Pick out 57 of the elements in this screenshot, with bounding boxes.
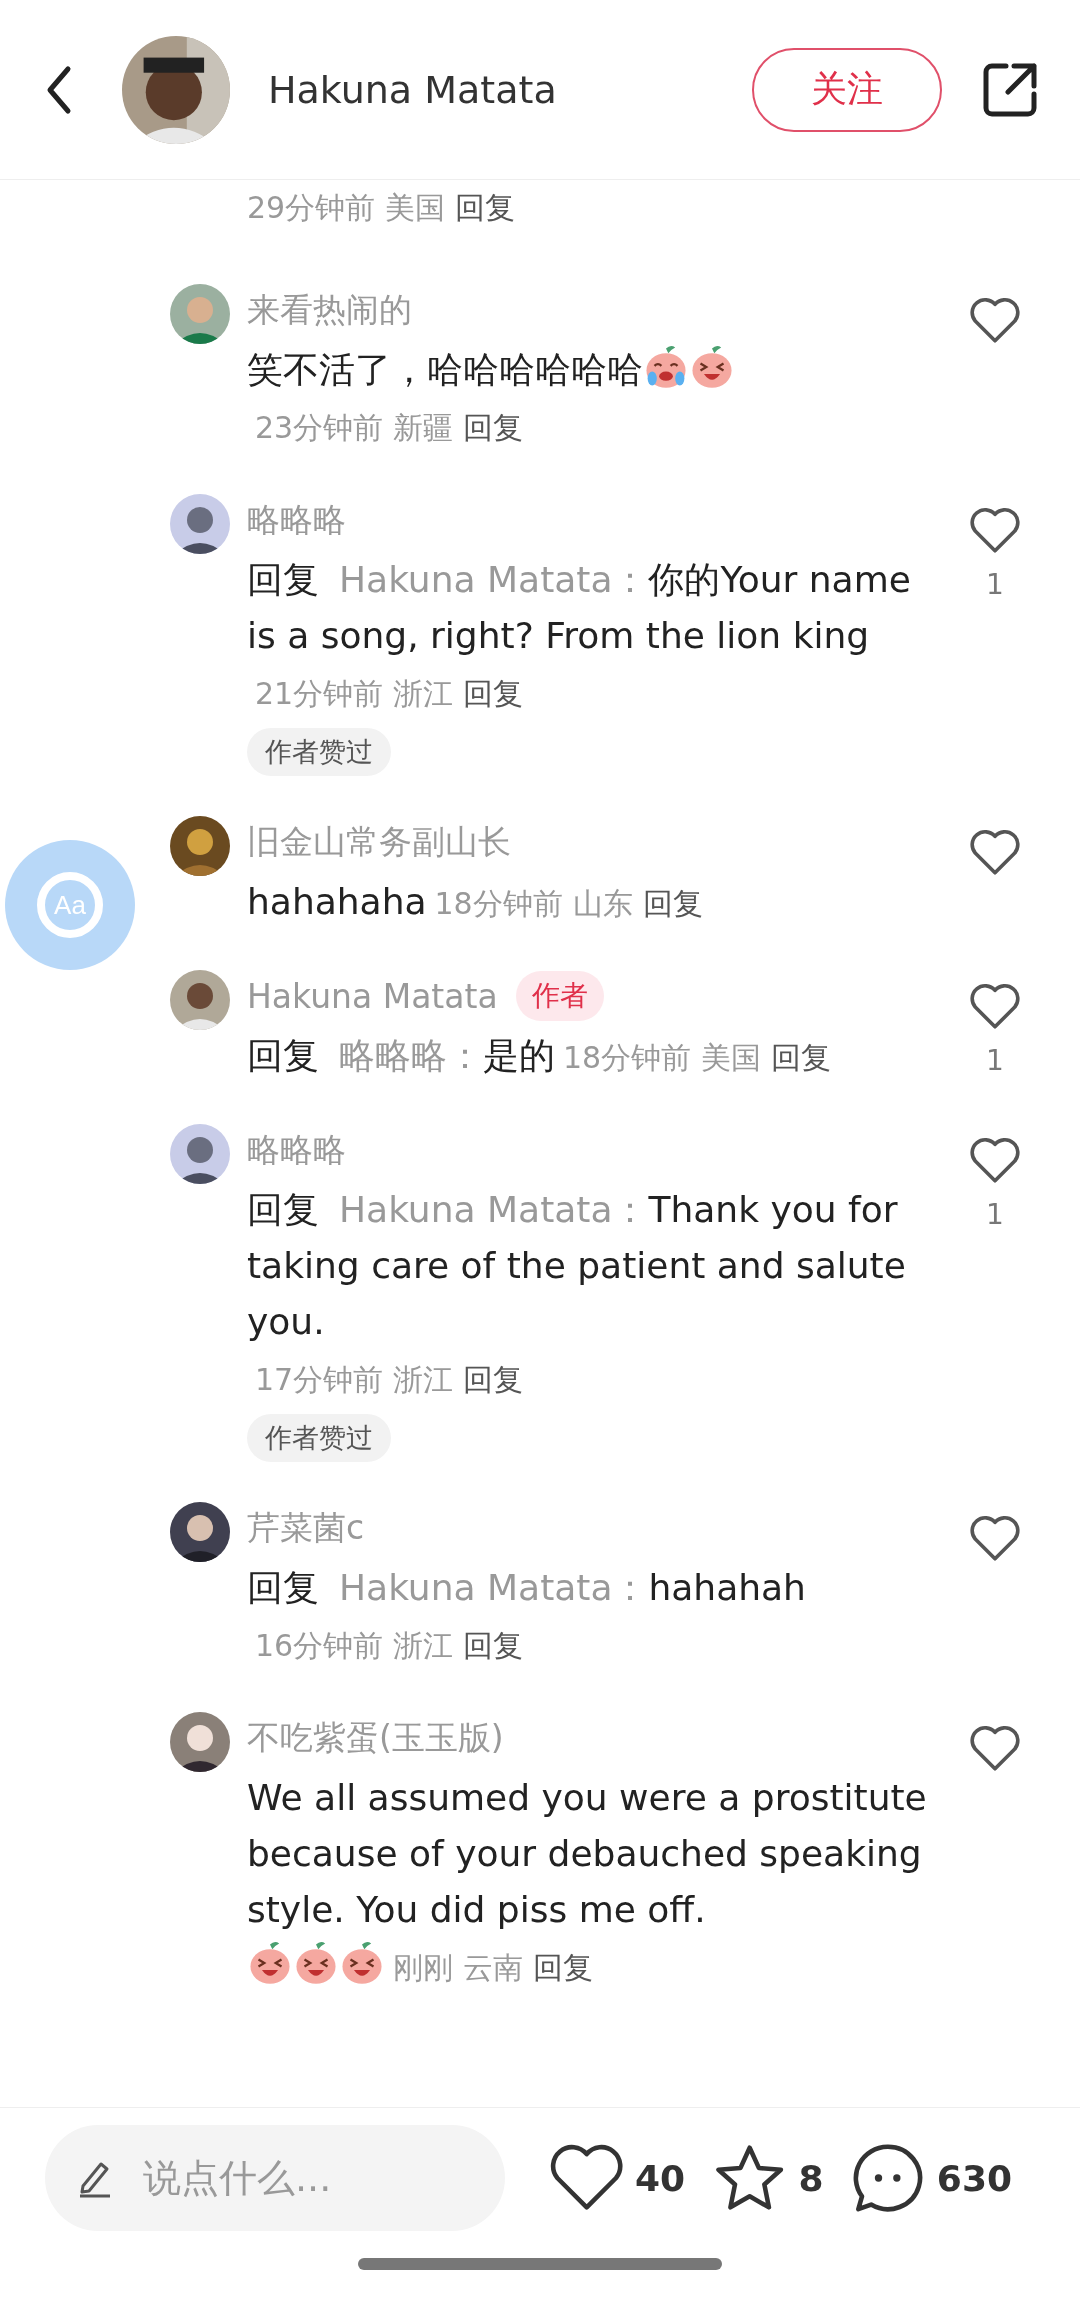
- comment-location: 美国: [385, 190, 446, 225]
- comment-time: 23分钟前: [255, 410, 384, 445]
- reply-link[interactable]: 回复: [463, 1362, 524, 1397]
- comment-location: 浙江: [393, 1628, 454, 1663]
- emoji-icon: [339, 1940, 385, 1986]
- comment-time: 21分钟前: [255, 676, 384, 711]
- author-badge: 作者: [515, 971, 604, 1021]
- author-liked-tag: 作者赞过: [247, 728, 391, 776]
- emoji-icon: [689, 344, 735, 390]
- like-count: 1: [986, 1044, 1004, 1077]
- comment-location: 美国: [701, 1040, 762, 1075]
- comment-text: 笑不活了，哈哈哈哈哈哈: [247, 348, 643, 392]
- comment-text: 回复 Hakuna Matata：Thank you for taking care of the patient and salute you.: [247, 1188, 907, 1344]
- like-icon[interactable]: [969, 982, 1021, 1030]
- comment-location: 浙江: [393, 1362, 454, 1397]
- comment-time: 29分钟前: [247, 190, 376, 225]
- like-icon[interactable]: [969, 1514, 1021, 1562]
- like-icon[interactable]: [969, 1724, 1021, 1772]
- user-name[interactable]: Hakuna Matata: [268, 67, 752, 112]
- comment-location: 新疆: [393, 410, 454, 445]
- comment-time: 18分钟前: [563, 1040, 692, 1075]
- comment-location: 山东: [572, 886, 633, 921]
- like-count: 1: [986, 1198, 1004, 1231]
- reply-link[interactable]: 回复: [533, 1950, 593, 1985]
- comment-input-text[interactable]: 说点什么...: [141, 2155, 485, 2201]
- like-icon[interactable]: [969, 1136, 1021, 1184]
- reply-link[interactable]: 回复: [455, 190, 516, 225]
- reply-link[interactable]: 回复: [463, 676, 524, 711]
- author-liked-tag: 作者赞过: [247, 1414, 391, 1462]
- comment-icon[interactable]: [851, 2142, 925, 2214]
- comment-count: 630: [936, 2157, 1012, 2199]
- comment-text: 回复 Hakuna Matata：你的Your name is a song, right? From the lion king: [247, 558, 912, 658]
- comment-time: 16分钟前: [255, 1628, 384, 1663]
- like-icon[interactable]: [969, 296, 1021, 344]
- comment-text: We all assumed you were a prostitute because of your debauched speaking style. You did piss me off.: [247, 1776, 928, 1932]
- like-count: 40: [634, 2157, 686, 2199]
- follow-button[interactable]: 关注: [752, 47, 942, 132]
- comment-input[interactable]: 说点什么...: [45, 2125, 505, 2231]
- comment-location: 浙江: [393, 676, 454, 711]
- like-count: 1: [986, 568, 1004, 601]
- emoji-icon: [293, 1940, 339, 1986]
- comment-time: 刚刚: [393, 1950, 453, 1985]
- comment-time: 17分钟前: [255, 1362, 384, 1397]
- like-icon[interactable]: [969, 506, 1021, 554]
- reply-link[interactable]: 回复: [642, 886, 703, 921]
- star-count: 8: [798, 2157, 824, 2199]
- comment-text: hahahaha: [247, 880, 427, 924]
- emoji-icon: [247, 1940, 293, 1986]
- reply-link[interactable]: 回复: [463, 410, 524, 445]
- emoji-icon: [643, 344, 689, 390]
- reply-link[interactable]: 回复: [463, 1628, 524, 1663]
- comment-location: 云南: [463, 1950, 523, 1985]
- reply-link[interactable]: 回复: [771, 1040, 832, 1075]
- comment-time: 18分钟前: [434, 886, 563, 921]
- like-icon[interactable]: [969, 828, 1021, 876]
- comment-text: 回复 Hakuna Matata：hahahah: [247, 1566, 806, 1610]
- comment-text: 回复 略略略：是的: [247, 1034, 555, 1078]
